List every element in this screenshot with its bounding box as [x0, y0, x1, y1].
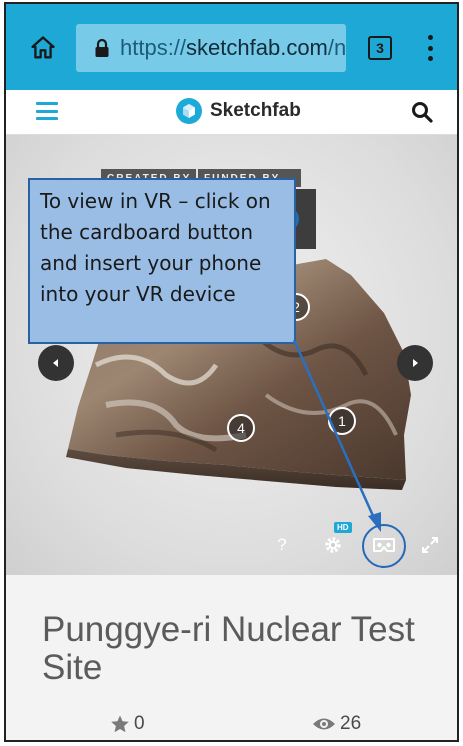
eye-icon — [313, 718, 335, 730]
lock-icon — [94, 37, 110, 59]
chevron-right-icon — [413, 359, 418, 367]
tab-switcher-button[interactable]: 3 — [368, 36, 392, 60]
menu-dot-icon — [427, 56, 433, 61]
fullscreen-icon — [422, 537, 438, 553]
previous-annotation-button[interactable] — [38, 345, 74, 381]
next-annotation-button[interactable] — [397, 345, 433, 381]
model-viewer[interactable]: CREATED BY FUNDED BY — [6, 135, 457, 575]
search-button[interactable] — [410, 100, 434, 124]
annotation-marker[interactable]: 1 — [328, 407, 356, 435]
url-bar[interactable]: https://sketchfab.com/n — [76, 24, 346, 72]
views-stat: 26 — [312, 713, 361, 735]
fullscreen-button[interactable] — [418, 530, 442, 560]
search-icon — [412, 102, 433, 123]
likes-stat[interactable]: 0 — [110, 713, 145, 735]
site-header: Sketchfab — [6, 90, 457, 135]
help-button[interactable]: ? — [271, 530, 293, 560]
menu-dot-icon — [427, 45, 433, 51]
gear-icon — [325, 537, 341, 553]
brand-logo-link[interactable]: Sketchfab — [176, 98, 301, 124]
views-count: 26 — [340, 713, 362, 734]
sketchfab-logo-icon — [176, 98, 202, 124]
help-label: ? — [277, 535, 287, 554]
url-suffix: /n — [327, 35, 346, 60]
browser-toolbar: https://sketchfab.com/n 3 — [6, 4, 457, 90]
hamburger-menu-icon[interactable] — [36, 102, 58, 120]
chevron-left-icon — [53, 359, 58, 367]
vr-cardboard-button[interactable] — [368, 530, 400, 560]
tab-count: 3 — [376, 40, 384, 56]
url-host: sketchfab.com — [186, 35, 328, 60]
brand-name: Sketchfab — [210, 100, 301, 121]
screenshot-frame: https://sketchfab.com/n 3 Sketchfab 4 1 … — [4, 2, 459, 742]
settings-button[interactable]: HD — [318, 522, 352, 560]
model-info: Punggye-ri Nuclear Test Site 0 26 — [6, 575, 457, 740]
browser-menu-button[interactable] — [420, 32, 440, 64]
likes-count: 0 — [134, 713, 145, 734]
star-icon — [111, 715, 129, 733]
model-title: Punggye-ri Nuclear Test Site — [42, 610, 415, 687]
callout-text: To view in VR – click on the cardboard b… — [40, 189, 271, 306]
cardboard-vr-icon — [373, 538, 395, 552]
home-icon — [31, 36, 55, 59]
url-prefix: https:// — [120, 35, 187, 60]
annotation-marker[interactable]: 4 — [227, 414, 255, 442]
url-text: https://sketchfab.com/n — [120, 35, 346, 61]
home-button[interactable] — [26, 31, 60, 65]
menu-dot-icon — [427, 35, 433, 40]
hd-badge: HD — [334, 522, 352, 533]
vr-instruction-callout: To view in VR – click on the cardboard b… — [28, 178, 296, 344]
